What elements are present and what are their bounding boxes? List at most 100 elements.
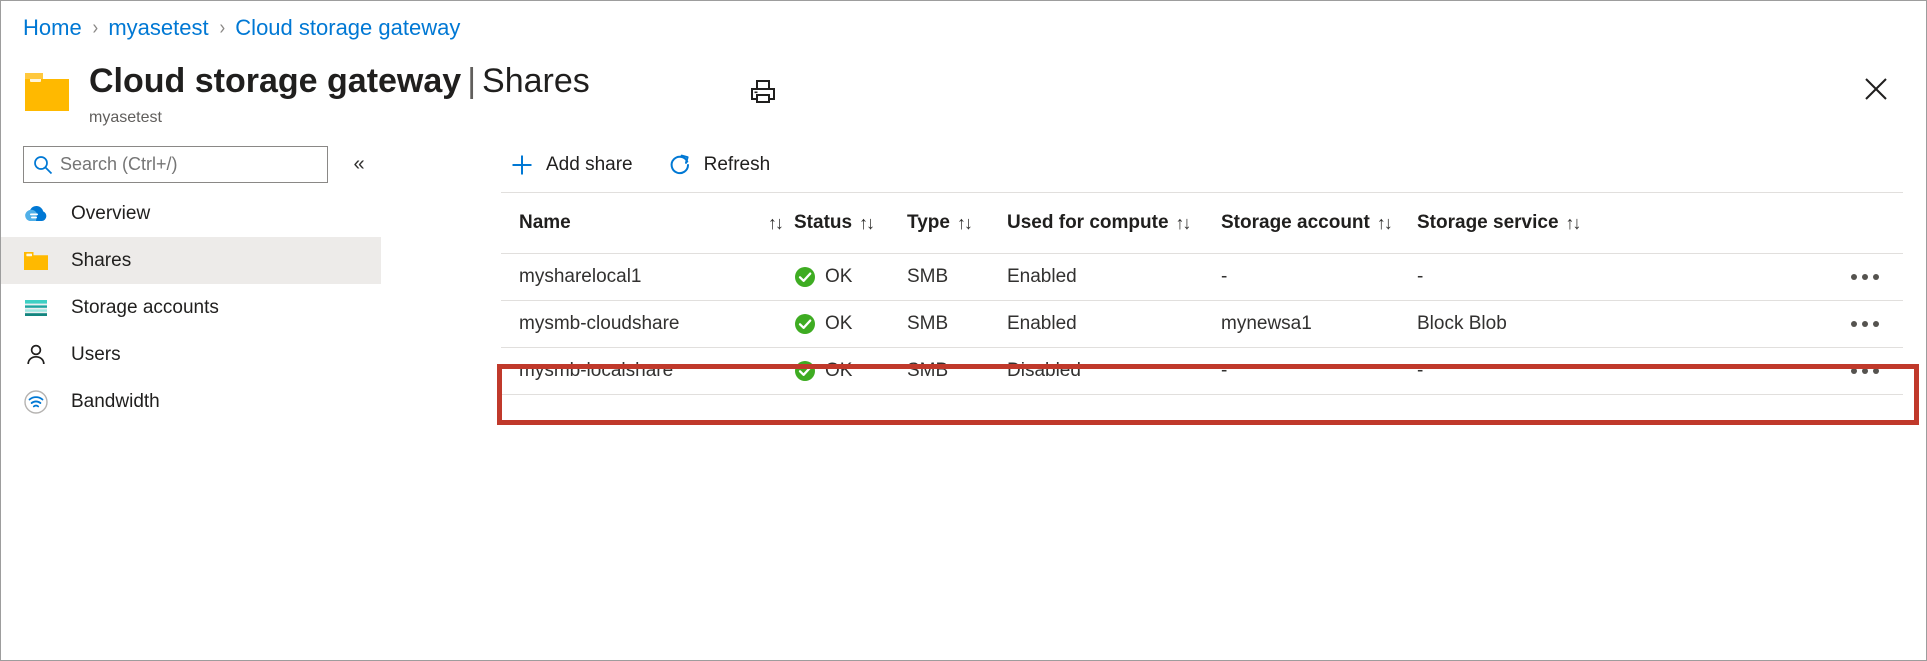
sort-arrows-icon[interactable]: ↑↓ bbox=[768, 213, 782, 234]
breadcrumb-item-cloud-storage-gateway[interactable]: Cloud storage gateway bbox=[235, 14, 460, 42]
sidebar-search-row: « bbox=[23, 146, 374, 183]
main-content: Add share Refresh Name ↑↓ bbox=[476, 132, 1926, 660]
cell-storage-service: - bbox=[1417, 360, 1602, 382]
table-row[interactable]: mysmb-cloudshare OK SMB Enabled mynewsa1… bbox=[501, 301, 1903, 347]
page-title-separator: | bbox=[467, 62, 476, 100]
sort-arrows-icon[interactable]: ↑↓ bbox=[957, 213, 971, 234]
column-header-name[interactable]: Name ↑↓ bbox=[501, 212, 794, 234]
cell-used-for-compute: Enabled bbox=[1007, 266, 1221, 288]
column-header-label: Type bbox=[907, 212, 950, 234]
user-icon bbox=[23, 342, 49, 368]
collapse-sidebar-button[interactable]: « bbox=[344, 150, 374, 180]
success-check-icon bbox=[794, 360, 816, 382]
shares-table: Name ↑↓ Status ↑↓ Type ↑↓ Used for compu… bbox=[501, 193, 1903, 395]
sort-arrows-icon[interactable]: ↑↓ bbox=[859, 213, 873, 234]
cell-used-for-compute: Enabled bbox=[1007, 313, 1221, 335]
column-header-storage-account[interactable]: Storage account ↑↓ bbox=[1221, 212, 1417, 234]
breadcrumb-item-myasetest[interactable]: myasetest bbox=[108, 14, 208, 42]
cell-status: OK bbox=[794, 360, 907, 382]
folder-icon bbox=[23, 248, 49, 274]
table-row[interactable]: mysharelocal1 OK SMB Enabled - - bbox=[501, 254, 1903, 300]
cell-storage-account: - bbox=[1221, 360, 1417, 382]
table-row[interactable]: mysmb-localshare OK SMB Disabled - - bbox=[501, 348, 1903, 394]
refresh-label: Refresh bbox=[704, 154, 771, 176]
sidebar-item-storage-accounts[interactable]: Storage accounts bbox=[1, 284, 381, 331]
sort-arrows-icon[interactable]: ↑↓ bbox=[1566, 213, 1580, 234]
status-text: OK bbox=[825, 266, 852, 288]
column-header-label: Used for compute bbox=[1007, 212, 1169, 234]
command-bar: Add share Refresh bbox=[501, 147, 796, 183]
folder-icon bbox=[23, 69, 71, 113]
more-options-icon[interactable] bbox=[1847, 268, 1883, 286]
sidebar-nav-list: Overview Shares bbox=[1, 190, 381, 425]
success-check-icon bbox=[794, 313, 816, 335]
sidebar: « Overview bbox=[1, 132, 476, 661]
breadcrumb-separator-icon: › bbox=[219, 14, 225, 42]
sidebar-item-bandwidth[interactable]: Bandwidth bbox=[1, 378, 381, 425]
sidebar-item-users[interactable]: Users bbox=[1, 331, 381, 378]
status-text: OK bbox=[825, 360, 852, 382]
cell-type: SMB bbox=[907, 266, 1007, 288]
blade-title-row: Cloud storage gateway|Shares myasetest bbox=[23, 59, 590, 129]
page-subtitle: myasetest bbox=[89, 107, 590, 129]
add-share-label: Add share bbox=[546, 154, 633, 176]
sort-arrows-icon[interactable]: ↑↓ bbox=[1377, 213, 1391, 234]
page-title-section: Shares bbox=[482, 62, 590, 100]
cell-actions bbox=[1602, 268, 1903, 286]
breadcrumb-item-home[interactable]: Home bbox=[23, 14, 82, 42]
cloud-icon bbox=[23, 201, 49, 227]
column-header-status[interactable]: Status ↑↓ bbox=[794, 212, 907, 234]
column-header-type[interactable]: Type ↑↓ bbox=[907, 212, 1007, 234]
storage-account-icon bbox=[23, 295, 49, 321]
page-title-main: Cloud storage gateway bbox=[89, 62, 461, 100]
table-header-row: Name ↑↓ Status ↑↓ Type ↑↓ Used for compu… bbox=[501, 193, 1903, 253]
sidebar-item-label: Bandwidth bbox=[71, 391, 160, 413]
print-icon[interactable] bbox=[745, 73, 781, 109]
status-text: OK bbox=[825, 313, 852, 335]
sidebar-item-label: Users bbox=[71, 344, 121, 366]
sidebar-item-shares[interactable]: Shares bbox=[1, 237, 381, 284]
column-header-used-for-compute[interactable]: Used for compute ↑↓ bbox=[1007, 212, 1221, 234]
success-check-icon bbox=[794, 266, 816, 288]
sidebar-item-label: Storage accounts bbox=[71, 297, 219, 319]
column-header-label: Status bbox=[794, 212, 852, 234]
search-box[interactable] bbox=[23, 146, 328, 183]
cell-status: OK bbox=[794, 313, 907, 335]
more-options-icon[interactable] bbox=[1847, 362, 1883, 380]
cell-storage-account: mynewsa1 bbox=[1221, 313, 1417, 335]
column-header-storage-service[interactable]: Storage service ↑↓ bbox=[1417, 212, 1602, 234]
search-input[interactable] bbox=[60, 154, 312, 175]
add-share-button[interactable]: Add share bbox=[501, 147, 641, 183]
cell-storage-service: - bbox=[1417, 266, 1602, 288]
table-divider bbox=[501, 394, 1903, 395]
column-header-label: Storage service bbox=[1417, 212, 1559, 234]
cell-type: SMB bbox=[907, 313, 1007, 335]
close-icon[interactable] bbox=[1856, 69, 1896, 109]
more-options-icon[interactable] bbox=[1847, 315, 1883, 333]
azure-portal-blade: Home › myasetest › Cloud storage gateway… bbox=[0, 0, 1927, 661]
column-header-label: Storage account bbox=[1221, 212, 1370, 234]
breadcrumb-separator-icon: › bbox=[92, 14, 98, 42]
sidebar-item-label: Overview bbox=[71, 203, 150, 225]
cell-storage-account: - bbox=[1221, 266, 1417, 288]
column-header-label: Name bbox=[519, 212, 571, 234]
page-title: Cloud storage gateway|Shares bbox=[89, 59, 590, 103]
cell-name[interactable]: mysmb-cloudshare bbox=[501, 313, 794, 335]
sidebar-item-overview[interactable]: Overview bbox=[1, 190, 381, 237]
cell-name[interactable]: mysharelocal1 bbox=[501, 266, 794, 288]
plus-icon bbox=[509, 152, 535, 178]
cell-used-for-compute: Disabled bbox=[1007, 360, 1221, 382]
cell-actions bbox=[1602, 362, 1903, 380]
sort-arrows-icon[interactable]: ↑↓ bbox=[1176, 213, 1190, 234]
cell-status: OK bbox=[794, 266, 907, 288]
cell-name[interactable]: mysmb-localshare bbox=[501, 360, 794, 382]
search-icon bbox=[32, 154, 54, 176]
cell-type: SMB bbox=[907, 360, 1007, 382]
cell-storage-service: Block Blob bbox=[1417, 313, 1602, 335]
refresh-button[interactable]: Refresh bbox=[659, 147, 779, 183]
bandwidth-icon bbox=[23, 389, 49, 415]
refresh-icon bbox=[667, 152, 693, 178]
sidebar-item-label: Shares bbox=[71, 250, 131, 272]
cell-actions bbox=[1602, 315, 1903, 333]
breadcrumb: Home › myasetest › Cloud storage gateway bbox=[23, 14, 460, 42]
